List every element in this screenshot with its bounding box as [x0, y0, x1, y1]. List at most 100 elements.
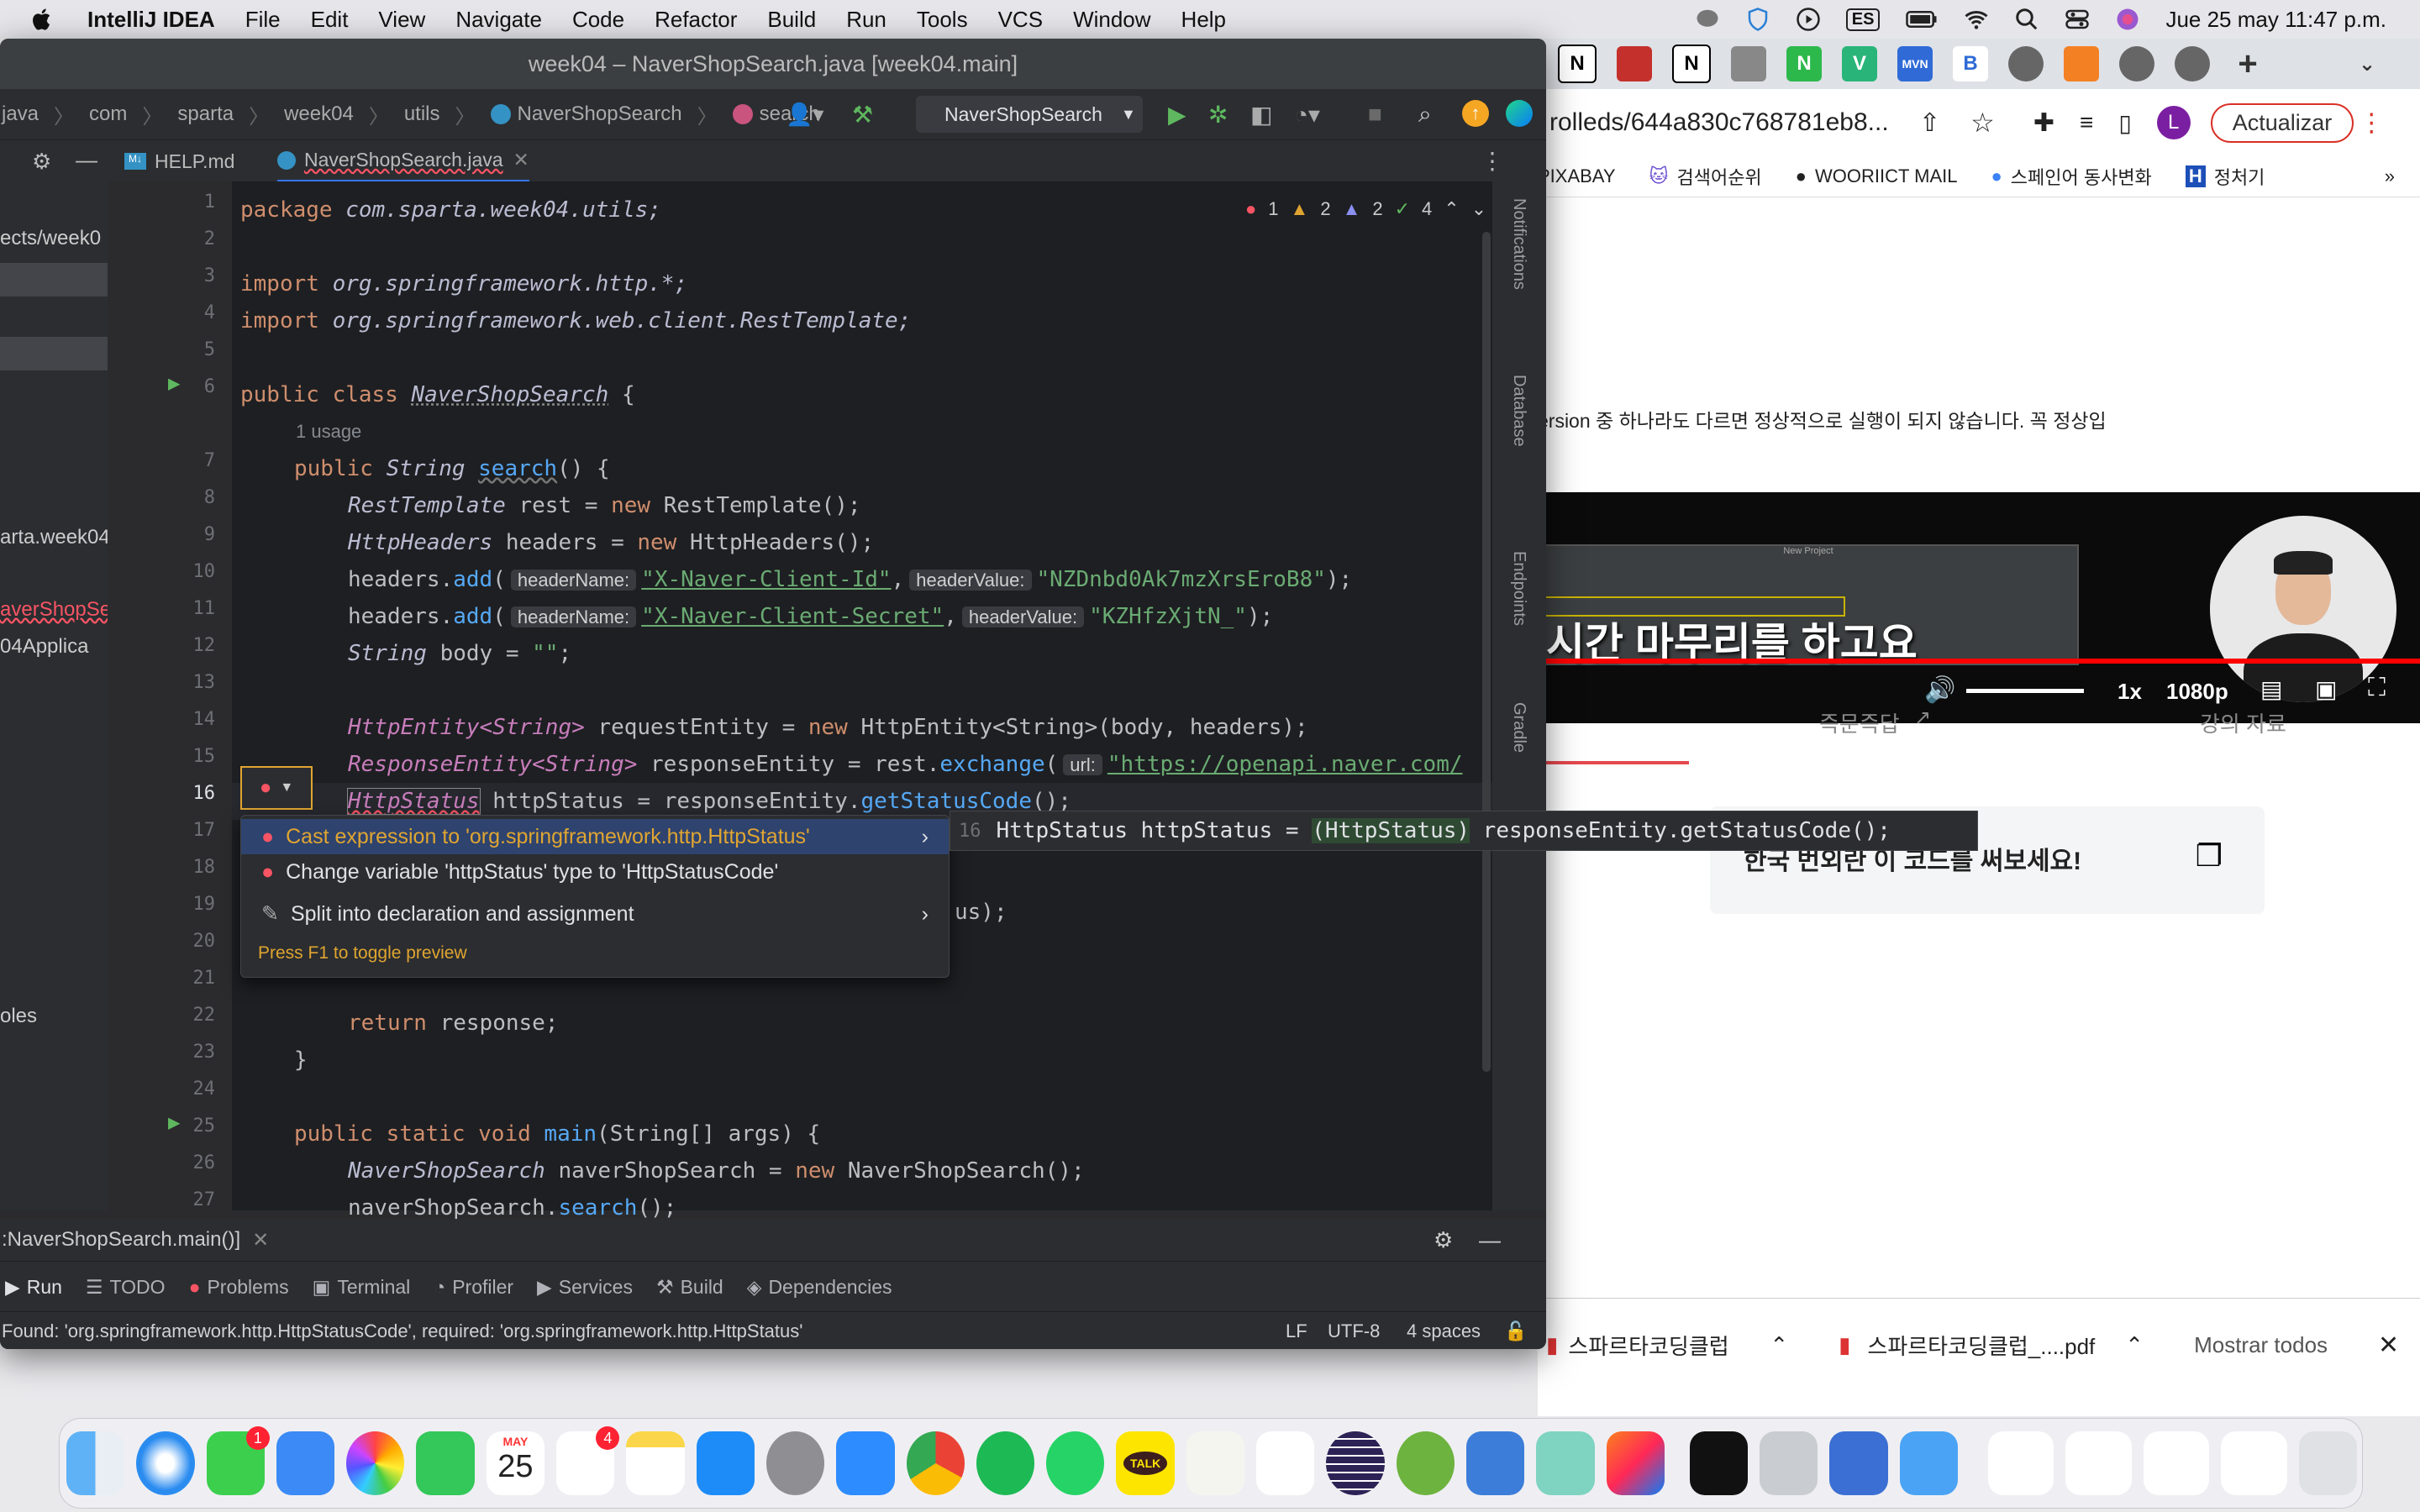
video-player[interactable]: New Project 시간 마무리를 하고요 🔊 1x 1080p ▤ ▣ ⛶: [1538, 492, 2420, 723]
menu-edit[interactable]: Edit: [311, 7, 349, 33]
bookmark-mail[interactable]: ● WOORIICT MAIL: [1796, 165, 1958, 187]
menu-run[interactable]: Run: [846, 7, 886, 33]
new-tab-icon[interactable]: +: [2230, 45, 2265, 82]
profile-run-icon[interactable]: ◔▾: [1294, 101, 1320, 129]
share-icon[interactable]: ⇧: [1919, 108, 1940, 138]
hide-panel-icon[interactable]: —: [1479, 1227, 1501, 1253]
project-node[interactable]: ects/week0: [0, 227, 101, 250]
coverage-icon[interactable]: ◧: [1250, 101, 1272, 129]
run-class-gutter-icon[interactable]: ▶: [168, 371, 180, 395]
recent-doc-thumbnail[interactable]: [2221, 1431, 2287, 1495]
zoom-app-icon[interactable]: [836, 1431, 895, 1495]
eclipse-app-icon[interactable]: [1326, 1431, 1385, 1495]
shield-icon[interactable]: [1745, 7, 1770, 32]
code-editor[interactable]: package com.sparta.week04.utils; import …: [232, 181, 1492, 1221]
spring-tools-app-icon[interactable]: [1396, 1431, 1455, 1495]
bookmark-search-rank[interactable]: 🐱 검색어순위: [1649, 163, 1762, 190]
run-settings-icon[interactable]: ⚙: [1434, 1227, 1453, 1253]
video-progress-bar[interactable]: [1538, 659, 2420, 664]
video-quality[interactable]: 1080p: [2166, 679, 2228, 705]
intention-cast-expression[interactable]: ● Cast expression to 'org.springframewor…: [241, 819, 949, 854]
play-circle-icon[interactable]: [1796, 7, 1821, 32]
subtitles-icon[interactable]: ▤: [2260, 675, 2282, 703]
bookmark-spanish[interactable]: ● 스페인어 동사변화: [1991, 163, 2151, 190]
cards-app-icon[interactable]: [1536, 1431, 1595, 1495]
jetbrains-logo-icon[interactable]: [1506, 100, 1533, 127]
prev-highlight-icon[interactable]: ⌃: [1444, 198, 1459, 220]
more-bookmarks-icon[interactable]: »: [2385, 165, 2395, 187]
tool-database[interactable]: Database: [1509, 375, 1528, 447]
tab-materials[interactable]: 강의 자료: [2200, 707, 2286, 738]
tool-problems[interactable]: ● Problems: [189, 1276, 289, 1299]
mvn-tab-icon[interactable]: MVN: [1897, 46, 1933, 81]
project-settings-icon[interactable]: ⚙: [32, 149, 51, 175]
tab-help-md[interactable]: M↓ HELP.md: [124, 140, 234, 182]
input-source-badge[interactable]: ES: [1845, 8, 1881, 31]
naver-tab-icon[interactable]: N: [1786, 46, 1822, 81]
book-tab-icon[interactable]: [1617, 46, 1652, 81]
breadcrumb-class[interactable]: NaverShopSearch: [518, 102, 682, 126]
trash-app-icon[interactable]: [2298, 1431, 2357, 1495]
run-main-gutter-icon[interactable]: ▶: [168, 1110, 180, 1134]
stop-icon[interactable]: ■: [1368, 101, 1382, 128]
tool-terminal[interactable]: ▣ Terminal: [313, 1276, 411, 1299]
appstore-app-icon[interactable]: [696, 1431, 755, 1495]
editor-scrollbar[interactable]: [1482, 232, 1491, 1072]
close-tab-icon[interactable]: ✕: [513, 149, 529, 171]
close-downloads-icon[interactable]: ✕: [2378, 1331, 2399, 1360]
terminal-app-icon[interactable]: [1689, 1431, 1749, 1495]
tab-qna[interactable]: 즉문즉답: [1819, 707, 1900, 738]
finder-app-icon[interactable]: [66, 1431, 125, 1495]
menu-build[interactable]: Build: [767, 7, 816, 33]
tabs-more-icon[interactable]: ⋮: [1481, 147, 1504, 175]
globe-tab-icon-2[interactable]: [2119, 46, 2154, 81]
menu-tools[interactable]: Tools: [917, 7, 968, 33]
stackoverflow-tab-icon[interactable]: [2064, 46, 2099, 81]
breadcrumb-java[interactable]: java: [2, 102, 39, 126]
fullscreen-icon[interactable]: ⛶: [2368, 674, 2386, 702]
run-tab-label[interactable]: :NaverShopSearch.main()]: [2, 1228, 240, 1252]
intention-change-type[interactable]: ● Change variable 'httpStatus' type to '…: [241, 854, 949, 890]
v-tab-icon[interactable]: V: [1842, 46, 1877, 81]
vscode-app-icon[interactable]: [1256, 1431, 1315, 1495]
breadcrumb-week04[interactable]: week04: [284, 102, 354, 126]
system-settings-app-icon[interactable]: [765, 1431, 825, 1495]
tool-build[interactable]: ⚒ Build: [656, 1276, 723, 1299]
menubar-datetime[interactable]: Jue 25 may 11:47 p.m.: [2165, 7, 2386, 33]
tool-profiler[interactable]: ◔ Profiler: [434, 1276, 513, 1299]
indent-setting[interactable]: 4 spaces: [1407, 1320, 1481, 1342]
tool-run[interactable]: ▶ Run: [5, 1276, 62, 1299]
b-tab-icon[interactable]: B: [1953, 46, 1988, 81]
menu-help[interactable]: Help: [1181, 7, 1226, 33]
tool-gradle[interactable]: Gradle: [1509, 702, 1528, 753]
whatsapp-app-icon[interactable]: [1046, 1431, 1105, 1495]
tool-todo[interactable]: ☰ TODO: [86, 1276, 166, 1299]
wifi-icon[interactable]: [1964, 7, 1989, 32]
prompt-app-icon[interactable]: [1465, 1431, 1525, 1495]
collapse-icon[interactable]: —: [76, 147, 97, 173]
url-field[interactable]: rolleds/644a830c768781eb8...: [1549, 108, 1902, 137]
safari-app-icon[interactable]: [136, 1431, 195, 1495]
bookmark-exam[interactable]: H 정처기: [2185, 163, 2265, 190]
mail-app-icon[interactable]: [276, 1431, 335, 1495]
intellij-app-icon[interactable]: [1606, 1431, 1665, 1495]
kebab-menu-icon[interactable]: ⋮: [2359, 108, 2384, 138]
inspection-widget[interactable]: ● 1 ▲ 2 ▲ 2 ✓ 4 ⌃ ⌄: [1245, 198, 1486, 220]
tool-notifications[interactable]: Notifications: [1509, 198, 1528, 290]
image-tab-icon[interactable]: [1731, 46, 1766, 81]
search-icon[interactable]: [2014, 7, 2039, 32]
project-node[interactable]: 04Applica: [0, 635, 88, 659]
chrome-app-icon[interactable]: [906, 1431, 965, 1495]
show-all-downloads-button[interactable]: Mostrar todos: [2194, 1332, 2328, 1358]
disk-utility-app-icon[interactable]: [1760, 1431, 1818, 1495]
debug-icon[interactable]: ✲: [1208, 101, 1228, 129]
intention-split-declaration[interactable]: ✎ Split into declaration and assignment …: [241, 896, 949, 932]
file-encoding[interactable]: UTF-8: [1328, 1320, 1380, 1342]
textedit-app-icon[interactable]: [1186, 1431, 1245, 1495]
update-button[interactable]: Actualizar: [2210, 102, 2354, 143]
download-2-chevron-icon[interactable]: ⌃: [2125, 1332, 2144, 1358]
external-link-icon[interactable]: ↗: [1914, 706, 1931, 730]
battery-icon[interactable]: [1905, 7, 1939, 32]
next-highlight-icon[interactable]: ⌄: [1471, 198, 1486, 220]
add-user-icon[interactable]: 👤▾: [786, 102, 823, 128]
